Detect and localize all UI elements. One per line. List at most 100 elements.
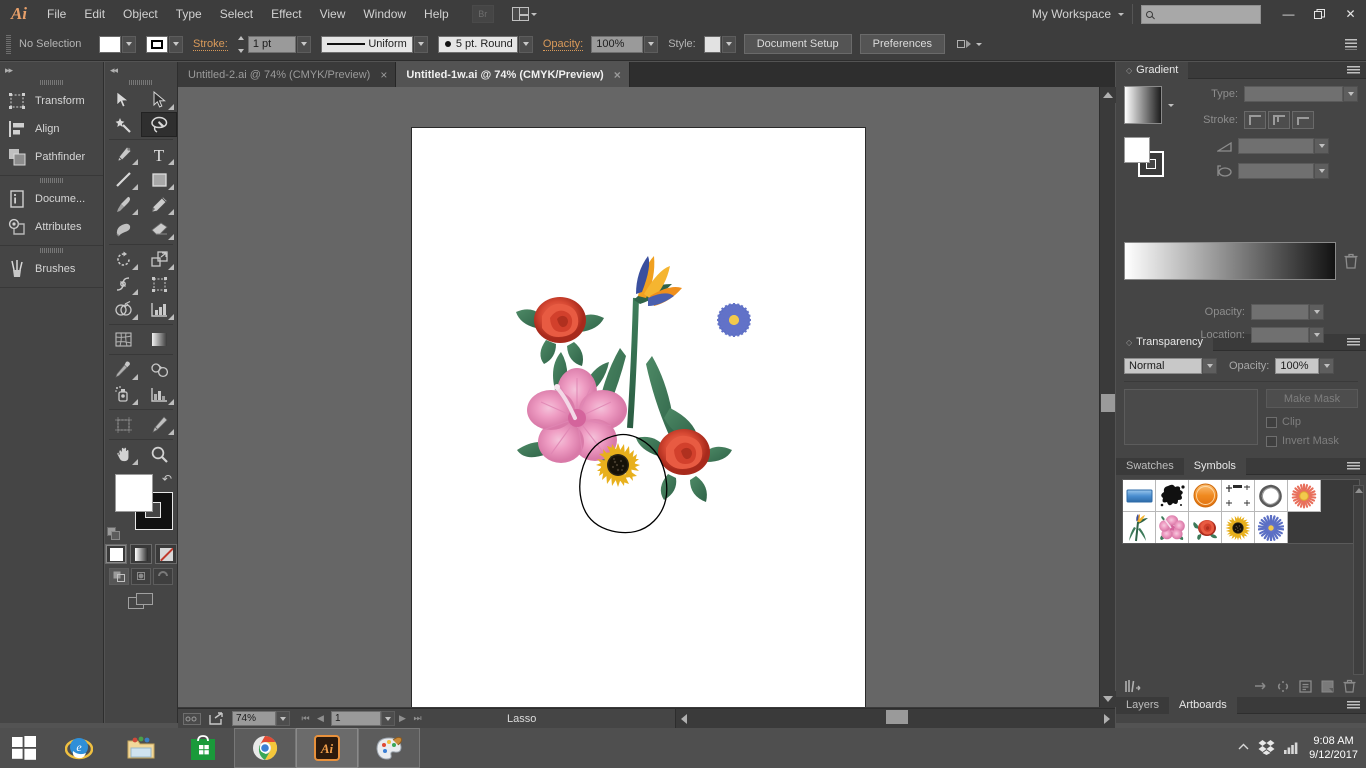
blob-brush-tool[interactable]: [105, 217, 141, 242]
width-tool[interactable]: [105, 272, 141, 297]
column-graph-tool[interactable]: [141, 297, 177, 322]
pen-tool[interactable]: [105, 142, 141, 167]
stroke-swatch[interactable]: [146, 35, 168, 53]
bird-of-paradise-symbol[interactable]: [1123, 512, 1156, 543]
artboard-navigation-icon[interactable]: [182, 711, 202, 727]
brush-definition-field[interactable]: 5 pt. Round: [437, 35, 518, 53]
dock-item-align[interactable]: Align: [0, 115, 103, 143]
color-mode-button[interactable]: [105, 544, 127, 564]
horizontal-scrollbar[interactable]: [675, 709, 1115, 729]
network-icon[interactable]: [1284, 740, 1300, 757]
draw-normal-button[interactable]: [109, 568, 129, 585]
stroke-weight-stepper[interactable]: [236, 35, 247, 53]
blend-mode-dropdown-icon[interactable]: [1202, 358, 1217, 374]
eyedropper-tool[interactable]: [105, 357, 141, 382]
opacity-mask-thumbnail[interactable]: [1124, 389, 1258, 445]
draw-behind-button[interactable]: [131, 568, 151, 585]
arrange-documents-icon[interactable]: [511, 7, 537, 21]
gradient-aspect-field[interactable]: [1238, 163, 1314, 179]
grey-ribbon-ring-symbol[interactable]: [1255, 480, 1288, 512]
scroll-right-button[interactable]: [1099, 711, 1115, 727]
bridge-button[interactable]: Br: [471, 5, 494, 23]
delete-symbol-icon[interactable]: [1338, 677, 1360, 695]
menu-object[interactable]: Object: [114, 0, 167, 28]
mesh-tool[interactable]: [105, 327, 141, 352]
crop-marks-symbol[interactable]: [1222, 480, 1255, 512]
minimize-button[interactable]: —: [1273, 0, 1304, 28]
illustrator-icon[interactable]: Ai: [296, 728, 358, 768]
document-tab[interactable]: Untitled-1w.ai @ 74% (CMYK/Preview) ×: [396, 62, 630, 87]
type-tool[interactable]: T: [141, 142, 177, 167]
eraser-tool[interactable]: [141, 217, 177, 242]
gradient-angle-dropdown-icon[interactable]: [1314, 138, 1329, 154]
pencil-tool[interactable]: [141, 192, 177, 217]
gradient-mode-button[interactable]: [130, 544, 152, 564]
menu-effect[interactable]: Effect: [262, 0, 310, 28]
break-link-icon[interactable]: [1272, 677, 1294, 695]
scroll-up-button[interactable]: [1100, 87, 1116, 103]
artboard[interactable]: [412, 128, 865, 707]
horizontal-scroll-thumb[interactable]: [886, 710, 908, 724]
scroll-down-button[interactable]: [1100, 691, 1116, 707]
gradient-opacity-field[interactable]: [1251, 304, 1309, 320]
menu-edit[interactable]: Edit: [75, 0, 114, 28]
gradient-panel-menu-icon[interactable]: [1347, 65, 1360, 75]
vertical-scroll-thumb[interactable]: [1101, 394, 1115, 412]
gradient-aspect-dropdown-icon[interactable]: [1314, 163, 1329, 179]
gradient-stroke-along-button[interactable]: [1268, 111, 1290, 129]
clock[interactable]: 9:08 AM 9/12/2017: [1309, 734, 1358, 762]
make-mask-button[interactable]: Make Mask: [1266, 389, 1358, 408]
gradient-type-field[interactable]: [1244, 86, 1343, 102]
gradient-slider[interactable]: [1124, 242, 1336, 280]
paintbrush-tool[interactable]: [105, 192, 141, 217]
style-swatch[interactable]: [703, 35, 721, 53]
delete-stop-icon[interactable]: [1344, 253, 1358, 269]
next-artboard-button[interactable]: ▶: [395, 711, 410, 726]
dropbox-icon[interactable]: [1258, 739, 1275, 758]
close-tab-icon[interactable]: ×: [614, 68, 621, 82]
gradient-preview-swatch[interactable]: [1124, 86, 1162, 124]
gradient-opacity-dropdown-icon[interactable]: [1309, 304, 1324, 320]
internet-explorer-icon[interactable]: e: [48, 728, 110, 768]
panel-group-grip[interactable]: [0, 78, 103, 87]
gradient-stroke-within-button[interactable]: [1244, 111, 1266, 129]
gradient-preset-chevron-icon[interactable]: [1168, 103, 1174, 107]
draw-inside-button[interactable]: [153, 568, 173, 585]
start-button[interactable]: [0, 728, 48, 768]
direct-selection-tool[interactable]: [141, 87, 177, 112]
gradient-tool[interactable]: [141, 327, 177, 352]
invert-mask-checkbox[interactable]: [1266, 435, 1277, 447]
previous-artboard-button[interactable]: ◀: [313, 711, 328, 726]
pink-hibiscus-symbol[interactable]: [1156, 512, 1189, 543]
zoom-level-field[interactable]: 74%: [232, 711, 276, 726]
dock-item-attributes[interactable]: Attributes: [0, 213, 103, 241]
free-transform-tool[interactable]: [141, 272, 177, 297]
transparency-opacity-dropdown-icon[interactable]: [1319, 358, 1335, 374]
share-on-behance-icon[interactable]: [206, 711, 226, 727]
symbol-options-icon[interactable]: [1294, 677, 1316, 695]
control-panel-menu-icon[interactable]: [1345, 38, 1357, 50]
change-screen-mode-button[interactable]: [105, 592, 177, 610]
tab-layers[interactable]: Layers: [1116, 696, 1170, 714]
swap-fill-stroke-icon[interactable]: ↶: [162, 472, 172, 486]
brush-definition-dropdown-icon[interactable]: [518, 35, 533, 53]
tab-swatches[interactable]: Swatches: [1116, 457, 1184, 475]
opacity-dropdown-icon[interactable]: [644, 35, 659, 53]
none-mode-button[interactable]: [155, 544, 177, 564]
blend-mode-field[interactable]: Normal: [1124, 358, 1202, 374]
graph-tool[interactable]: [141, 382, 177, 407]
close-tab-icon[interactable]: ×: [380, 68, 387, 82]
document-tab[interactable]: Untitled-2.ai @ 74% (CMYK/Preview) ×: [178, 62, 397, 87]
blue-aster-symbol[interactable]: [1255, 512, 1288, 543]
gradient-fill-swatch[interactable]: [1124, 137, 1150, 163]
vertical-scrollbar[interactable]: [1099, 87, 1116, 707]
last-artboard-button[interactable]: ⏭: [410, 711, 425, 726]
rotate-tool[interactable]: [105, 247, 141, 272]
menu-file[interactable]: File: [38, 0, 75, 28]
search-input[interactable]: [1141, 4, 1261, 24]
symbols-panel-menu-icon[interactable]: [1347, 461, 1360, 471]
blue-gradient-rectangle-symbol[interactable]: [1123, 480, 1156, 512]
canvas[interactable]: [178, 87, 1099, 707]
stroke-color-control[interactable]: [146, 35, 183, 53]
coral-daisy-symbol[interactable]: [1288, 480, 1321, 512]
